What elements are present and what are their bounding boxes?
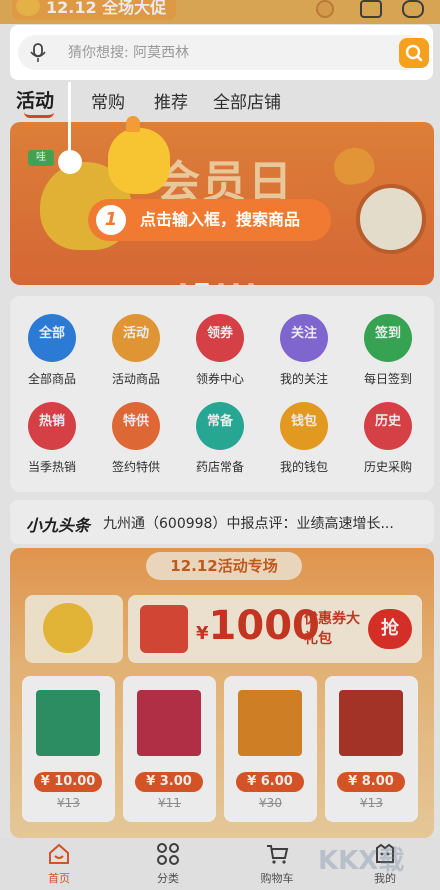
product-old-price: ¥30 (259, 796, 282, 810)
news-ticker[interactable]: 小九头条 九州通（600998）中报点评：业绩高速增长... (10, 500, 434, 544)
search-button[interactable] (399, 38, 429, 68)
product-image (36, 690, 100, 756)
tab-underline (24, 112, 54, 118)
banner-pagination (180, 272, 270, 285)
coupon-subtitle: 优惠券大礼包 (304, 611, 360, 647)
mascot-icon (43, 603, 93, 653)
coupon-amount: ¥1000 (196, 603, 320, 649)
mascot-right-illustration (356, 184, 426, 254)
mascot-icon (16, 0, 40, 16)
top-strip: 12.12 全场大促 (0, 0, 440, 24)
coupon-icon: 领券 (196, 314, 244, 362)
guide-tooltip[interactable]: 1 点击输入框，搜索商品 (88, 199, 331, 241)
product-old-price: ¥11 (158, 796, 181, 810)
news-headline[interactable]: 九州通（600998）中报点评：业绩高速增长... (103, 513, 423, 533)
quick-item-all-products[interactable]: 全部 全部商品 (10, 296, 90, 386)
red-envelope-icon (140, 605, 188, 653)
activity-mascot (25, 595, 123, 663)
product-price: ¥ 3.00 (135, 772, 203, 792)
heart-illustration (331, 144, 377, 188)
nav-label: 分类 (157, 872, 179, 885)
wallet-icon: 钱包 (280, 402, 328, 450)
product-price: ¥ 8.00 (337, 772, 405, 792)
search-bar (10, 25, 433, 80)
microphone-icon[interactable] (30, 43, 46, 63)
checkin-icon: 签到 (364, 314, 412, 362)
nav-cart[interactable]: 购物车 (242, 842, 312, 888)
tab-recommend[interactable]: 推荐 (154, 88, 188, 113)
cart-icon (267, 845, 289, 864)
activity-title: 12.12活动专场 (146, 552, 302, 580)
quick-item-checkin[interactable]: 签到 每日签到 (346, 296, 426, 386)
all-icon: 全部 (28, 314, 76, 362)
product-image (137, 690, 201, 756)
coupon-card[interactable]: ¥1000 优惠券大礼包 抢 (128, 595, 422, 663)
product-old-price: ¥13 (57, 796, 80, 810)
nav-home[interactable]: 首页 (24, 842, 94, 888)
quick-item-follow[interactable]: 关注 我的关注 (262, 296, 342, 386)
product-old-price: ¥13 (360, 796, 383, 810)
app-page: 12.12 全场大促 活动 常购 推荐 全部店铺 (0, 0, 440, 890)
pagination-dot (233, 283, 240, 285)
quick-item-hot[interactable]: 热销 当季热销 (10, 384, 90, 474)
tab-bar: 活动 常购 推荐 全部店铺 (16, 86, 416, 118)
history-icon: 历史 (364, 402, 412, 450)
tab-frequent[interactable]: 常购 (91, 88, 125, 113)
product-card[interactable]: ¥ 8.00 ¥13 (325, 676, 418, 822)
quick-item-history[interactable]: 历史 历史采购 (346, 384, 426, 474)
tab-activity[interactable]: 活动 (16, 86, 54, 113)
quick-label: 签约特供 (111, 460, 160, 474)
activity-section: 12.12活动专场 ¥1000 优惠券大礼包 抢 ¥ 10.00 ¥13 ¥ 3… (10, 548, 434, 838)
category-icon (157, 843, 179, 865)
product-image (339, 690, 403, 756)
activity-icon: 活动 (112, 314, 160, 362)
product-card[interactable]: ¥ 10.00 ¥13 (22, 676, 115, 822)
quick-label: 历史采购 (363, 460, 412, 474)
quick-item-activity[interactable]: 活动 活动商品 (94, 296, 174, 386)
essentials-icon: 常备 (196, 402, 244, 450)
quick-item-coupons[interactable]: 领券 领券中心 (178, 296, 258, 386)
pagination-dot-active (195, 283, 210, 285)
product-card[interactable]: ¥ 6.00 ¥30 (224, 676, 317, 822)
guide-mascot-icon (108, 116, 170, 194)
nav-category[interactable]: 分类 (133, 842, 203, 888)
message-icon[interactable] (402, 0, 424, 18)
promo-tag[interactable]: 12.12 全场大促 (12, 0, 177, 20)
promo-text: 12.12 全场大促 (46, 0, 167, 17)
tab-all-stores[interactable]: 全部店铺 (213, 88, 281, 113)
product-price: ¥ 10.00 (34, 772, 102, 792)
scan-icon[interactable] (360, 0, 382, 18)
product-image (238, 690, 302, 756)
watermark: KKX载 (318, 846, 405, 876)
quick-item-essentials[interactable]: 常备 药店常备 (178, 384, 258, 474)
follow-icon: 关注 (280, 314, 328, 362)
nav-label: 购物车 (260, 872, 294, 885)
guide-text: 点击输入框，搜索商品 (140, 210, 301, 229)
special-icon: 特供 (112, 402, 160, 450)
quick-label: 当季热销 (27, 460, 76, 474)
banner-tag: 哇 (28, 150, 54, 166)
grab-coupon-button[interactable]: 抢 (368, 609, 412, 649)
home-icon (49, 843, 69, 864)
guide-pointer-dot (58, 150, 82, 174)
quick-label: 药店常备 (195, 460, 244, 474)
search-icon (405, 44, 423, 62)
news-logo: 小九头条 (26, 516, 91, 535)
quick-label: 我的钱包 (279, 460, 328, 474)
pagination-dot (180, 283, 186, 285)
search-input[interactable] (68, 35, 388, 70)
search-box[interactable] (18, 35, 429, 70)
quick-entry-grid: 全部 全部商品 活动 活动商品 领券 领券中心 关注 我的关注 签到 每日签到 … (10, 296, 434, 492)
guide-step-number: 1 (96, 205, 126, 235)
product-card[interactable]: ¥ 3.00 ¥11 (123, 676, 216, 822)
hot-icon: 热销 (28, 402, 76, 450)
coupon-currency: ¥ (196, 623, 209, 644)
pagination-dot (218, 283, 225, 285)
quick-item-wallet[interactable]: 钱包 我的钱包 (262, 384, 342, 474)
member-badge-icon[interactable] (316, 0, 334, 18)
nav-label: 首页 (48, 872, 70, 885)
quick-item-special[interactable]: 特供 签约特供 (94, 384, 174, 474)
pagination-dot (248, 283, 255, 285)
product-price: ¥ 6.00 (236, 772, 304, 792)
